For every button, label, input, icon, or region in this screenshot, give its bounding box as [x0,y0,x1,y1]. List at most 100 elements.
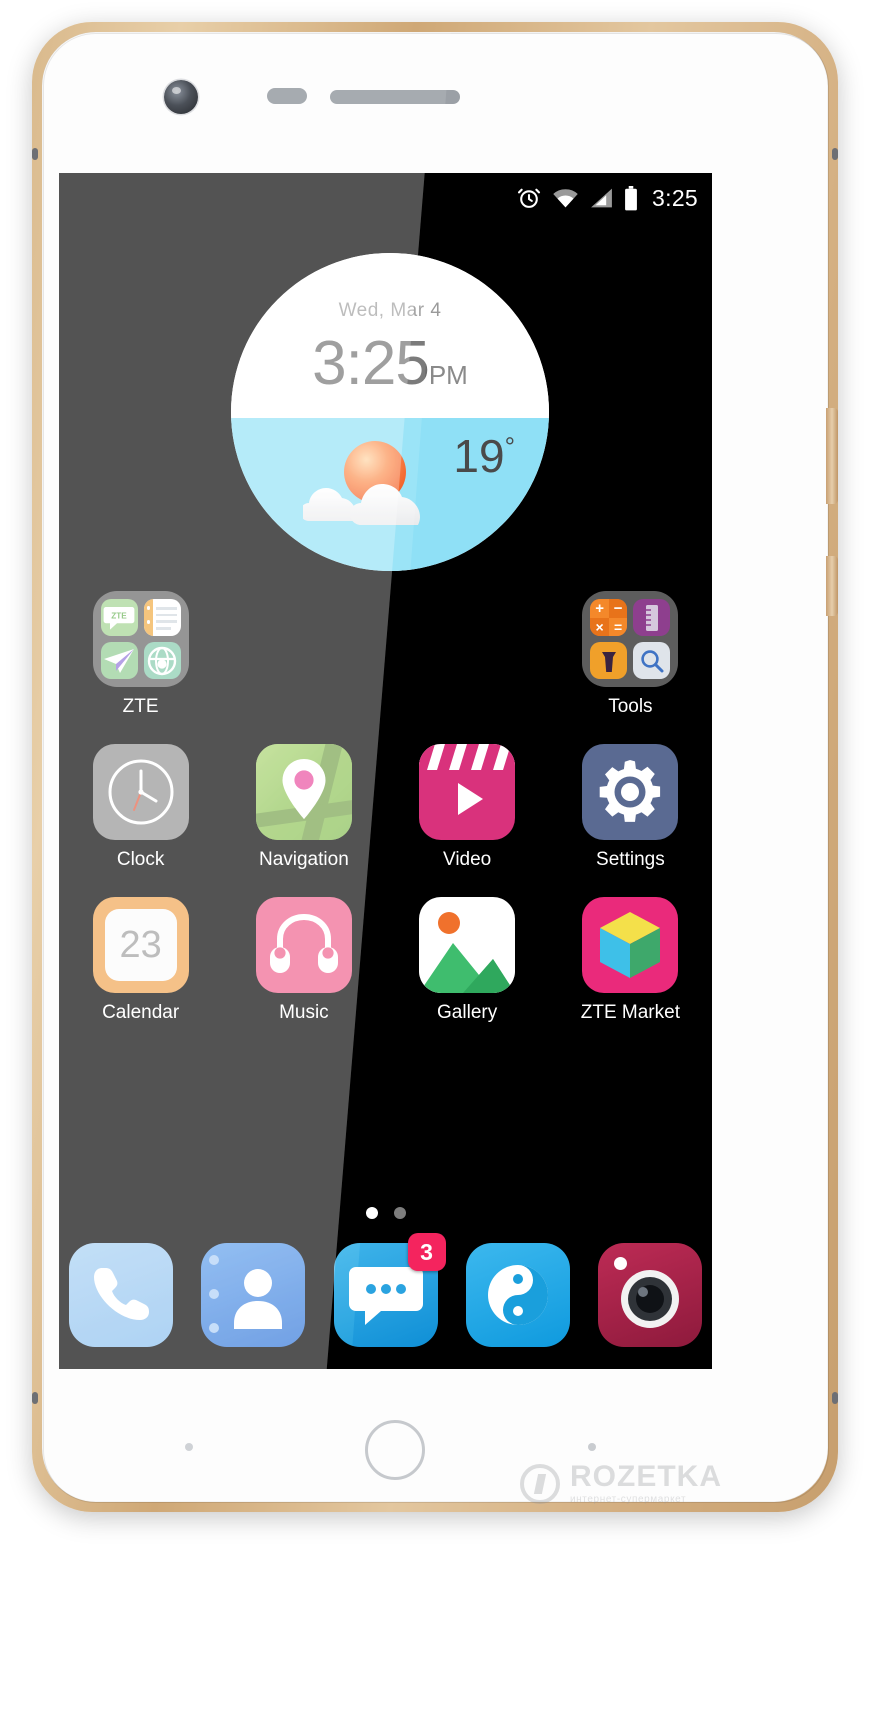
antenna-line [32,148,38,160]
app-row: ZTE ZTE + − × = Tools [59,591,712,718]
app-label: Calendar [102,1002,180,1023]
alarm-icon [517,188,541,208]
dock-browser[interactable] [465,1243,570,1347]
app-cell-zte-market[interactable]: ZTE Market [549,897,712,1024]
contacts-icon [234,1269,283,1329]
phone-icon [94,1268,149,1320]
page-indicator [59,1207,712,1219]
app-label: Settings [596,849,665,870]
status-bar: 3:25 [59,173,712,223]
volume-button[interactable] [826,408,838,504]
app-gallery[interactable] [419,897,516,993]
app-cell-music[interactable]: Music [222,897,385,1024]
dock-camera[interactable] [598,1243,702,1347]
app-video[interactable] [419,744,516,840]
ruler-icon [633,599,671,636]
app-clock[interactable] [92,744,189,840]
app-calendar[interactable]: 23 [92,897,189,993]
front-camera-icon [164,80,198,114]
capacitive-key-dot[interactable] [185,1443,193,1451]
notes-icon [143,599,181,636]
zte-bubble-glyph: ZTE [103,606,135,630]
signal-icon [591,188,612,208]
refresh-glyph [548,569,549,571]
widget-time: 3:25PM [231,325,549,414]
antenna-line [832,1392,838,1404]
compass-glyph [147,646,177,675]
app-label: Gallery [437,1002,498,1023]
app-cell-calendar[interactable]: 23 Calendar [59,897,222,1024]
phone-screen: 3:25 Wed, Mar 4 3:25PM 19° ZTE ZTE + − ×… [59,173,712,1369]
dock-phone[interactable] [69,1243,173,1347]
app-label: Clock [116,849,165,870]
sun-behind-cloud-icon [303,441,420,525]
app-music[interactable] [255,897,352,993]
dock-messages[interactable]: 3 [333,1233,446,1347]
watermark-title: ROZETKA [570,1460,722,1493]
ruler-glyph [645,604,658,631]
capacitive-key-dot[interactable] [588,1443,596,1451]
cube-icon [600,912,661,978]
folder-zte[interactable]: ZTE [92,591,189,687]
proximity-sensor [267,88,307,104]
screenshot-root: 3:25 Wed, Mar 4 3:25PM 19° ZTE ZTE + − ×… [0,0,870,1727]
app-cell-clock[interactable]: Clock [59,744,222,871]
page-dot-active[interactable] [365,1207,378,1219]
wifi-icon [553,189,578,208]
page-dot[interactable] [393,1207,406,1219]
empty-slot [386,591,549,718]
app-label: ZTE Market [580,1002,680,1023]
app-cell-settings[interactable]: Settings [549,744,712,871]
svg-text:ZTE: ZTE [111,611,127,620]
app-cell-zte[interactable]: ZTE ZTE [59,591,222,718]
rozetka-logo-icon [520,1463,560,1504]
clock-weather-widget[interactable]: Wed, Mar 4 3:25PM 19° [231,253,549,571]
dock-contacts[interactable] [201,1243,306,1347]
home-button[interactable] [365,1420,425,1480]
message-icon [348,1267,423,1325]
clock-icon [108,759,174,825]
paper-plane-icon [100,642,138,679]
earpiece-speaker [330,90,460,104]
app-zte-market[interactable] [582,897,679,993]
app-settings[interactable] [582,744,679,840]
app-label: Music [279,1002,329,1023]
message-badge: 3 [407,1233,446,1271]
torch-glyph [601,651,616,672]
app-label: Tools [608,696,653,717]
temperature-value: 19 [453,430,505,482]
gear-icon [600,760,661,822]
degree-symbol: ° [504,431,515,462]
watermark-subtitle: интернет-супермаркет [570,1494,687,1505]
app-navigation[interactable] [255,744,352,840]
widget-time-value: 3:25 [312,329,430,398]
search-icon [633,642,671,679]
camera-icon [621,1270,679,1328]
earbuds-icon [269,914,338,973]
watermark: ROZETKA интернет-супермаркет [520,1462,722,1505]
film-strip-icon [419,744,516,770]
app-row: 23 Calendar Music Gallery ZTE Market [59,897,712,1024]
widget-ampm: PM [428,360,468,390]
flashlight-icon [590,642,628,679]
app-label: Navigation [258,849,349,870]
play-icon [458,783,484,815]
calendar-day: 23 [119,923,162,966]
plane-glyph [104,648,135,673]
app-label: Video [442,849,492,870]
empty-slot [222,591,385,718]
folder-tools[interactable]: + − × = [582,591,679,687]
app-cell-tools[interactable]: + − × = Tools [549,591,712,718]
browser-icon [143,642,181,679]
status-bar-clock: 3:25 [652,184,698,211]
power-button[interactable] [826,556,838,616]
app-label: ZTE [122,696,159,717]
zte-message-icon: ZTE [100,599,138,636]
photo-icon [419,912,516,993]
app-row: Clock Navigation Video Settings [59,744,712,871]
app-cell-navigation[interactable]: Navigation [222,744,385,871]
antenna-line [32,1392,38,1404]
app-cell-video[interactable]: Video [386,744,549,871]
widget-date: Wed, Mar 4 [338,300,442,321]
app-cell-gallery[interactable]: Gallery [386,897,549,1024]
